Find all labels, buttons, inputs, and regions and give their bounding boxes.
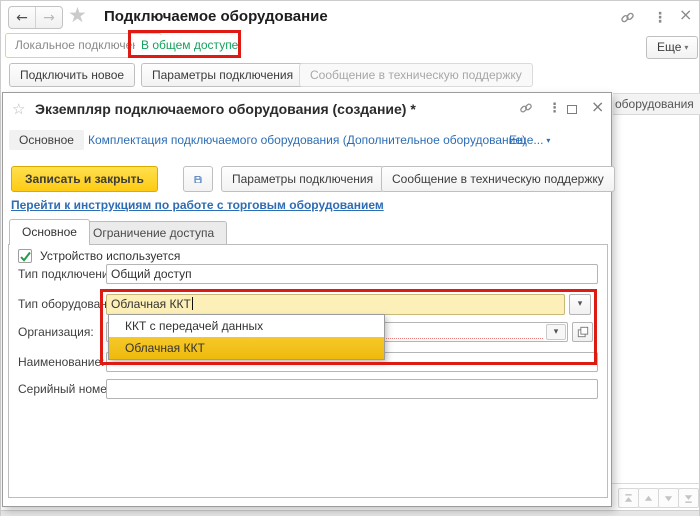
form-panel: Устройство используется Тип подключения:… bbox=[8, 244, 608, 498]
chevron-down-icon: ▾ bbox=[546, 136, 550, 145]
text-cursor bbox=[192, 297, 193, 310]
device-used-checkbox[interactable] bbox=[18, 249, 32, 263]
open-item-icon bbox=[577, 326, 589, 338]
dropdown-item-kkt-data-transfer[interactable]: ККТ с передачей данных bbox=[109, 315, 384, 337]
tech-support-button-dialog[interactable]: Сообщение в техническую поддержку bbox=[381, 166, 615, 192]
list-up-button[interactable] bbox=[638, 488, 659, 508]
list-go-bottom-button[interactable] bbox=[678, 488, 699, 508]
connection-params-button-dialog[interactable]: Параметры подключения bbox=[221, 166, 384, 192]
chain-icon bbox=[620, 10, 635, 25]
equipment-type-value: Облачная ККТ bbox=[111, 297, 191, 311]
instructions-link[interactable]: Перейти к инструкциям по работе с торгов… bbox=[11, 198, 384, 212]
organization-dropdown-button[interactable]: ▾ bbox=[546, 324, 566, 340]
status-bar bbox=[1, 510, 699, 516]
dialog-menu-icon[interactable]: ⋮ bbox=[548, 101, 561, 116]
list-down-button[interactable] bbox=[658, 488, 679, 508]
tab-main[interactable]: Основное bbox=[9, 219, 90, 245]
serial-number-label: Серийный номер: bbox=[18, 382, 117, 396]
equipment-type-field[interactable]: Облачная ККТ bbox=[106, 294, 565, 315]
forward-button[interactable]: → bbox=[36, 7, 62, 28]
connect-new-button[interactable]: Подключить новое bbox=[9, 63, 135, 87]
dialog-get-link-icon[interactable] bbox=[519, 101, 533, 118]
equipment-instance-dialog: ☆ Экземпляр подключаемого оборудования (… bbox=[2, 92, 612, 507]
save-button[interactable] bbox=[183, 166, 213, 192]
back-button[interactable]: ← bbox=[9, 7, 36, 28]
more-button-main[interactable]: Еще▾ bbox=[646, 36, 698, 59]
go-bottom-icon bbox=[683, 493, 694, 504]
serial-number-field[interactable] bbox=[106, 379, 598, 399]
dialog-title: Экземпляр подключаемого оборудования (со… bbox=[35, 101, 416, 117]
dialog-favorite-star-icon[interactable]: ☆ bbox=[12, 100, 25, 118]
organization-label: Организация: bbox=[18, 325, 94, 339]
get-link-icon[interactable] bbox=[620, 10, 635, 28]
connection-params-button-main[interactable]: Параметры подключения bbox=[141, 63, 304, 87]
save-and-close-button[interactable]: Записать и закрыть bbox=[11, 166, 158, 192]
connection-type-field[interactable]: Общий доступ bbox=[106, 264, 598, 284]
dialog-nav-more-label: Еще... bbox=[509, 133, 543, 147]
equipment-type-dropdown-button[interactable]: ▾ bbox=[569, 294, 591, 315]
name-label: Наименование: bbox=[18, 355, 105, 369]
background-divider bbox=[612, 483, 700, 484]
background-column-header[interactable]: оборудования bbox=[613, 93, 700, 115]
floppy-save-icon bbox=[194, 172, 202, 187]
dialog-nav-link-equipment-set[interactable]: Комплектация подключаемого оборудования … bbox=[88, 133, 526, 147]
device-used-label[interactable]: Устройство используется bbox=[40, 249, 180, 263]
dropdown-item-cloud-kkt[interactable]: Облачная ККТ bbox=[109, 337, 384, 359]
window-close-icon[interactable]: × bbox=[679, 7, 692, 23]
organization-open-button[interactable] bbox=[572, 322, 593, 342]
dialog-nav-more[interactable]: Еще...▾ bbox=[509, 133, 550, 147]
favorite-star-icon[interactable]: ★ bbox=[68, 3, 87, 27]
down-icon bbox=[663, 493, 674, 504]
up-icon bbox=[643, 493, 654, 504]
tab-access-restriction[interactable]: Ограничение доступа bbox=[80, 221, 227, 245]
dialog-maximize-icon[interactable] bbox=[567, 105, 577, 114]
dialog-close-icon[interactable]: × bbox=[591, 97, 604, 116]
view-button-shared-access[interactable]: В общем доступе bbox=[135, 35, 244, 57]
go-top-icon bbox=[623, 493, 634, 504]
tech-support-button-main: Сообщение в техническую поддержку bbox=[299, 63, 533, 87]
equipment-type-dropdown-list: ККТ с передачей данных Облачная ККТ bbox=[108, 314, 385, 360]
page-title: Подключаемое оборудование bbox=[104, 8, 328, 25]
window-menu-icon[interactable]: ⋮ bbox=[653, 10, 667, 26]
chain-icon bbox=[519, 101, 533, 115]
more-button-label: Еще bbox=[657, 40, 681, 54]
list-go-top-button[interactable] bbox=[618, 488, 639, 508]
history-nav: ← → bbox=[8, 6, 63, 29]
dialog-nav-current[interactable]: Основное bbox=[9, 130, 84, 150]
check-icon bbox=[19, 251, 32, 263]
chevron-down-icon: ▾ bbox=[684, 43, 688, 52]
connection-type-label: Тип подключения: bbox=[18, 267, 118, 281]
